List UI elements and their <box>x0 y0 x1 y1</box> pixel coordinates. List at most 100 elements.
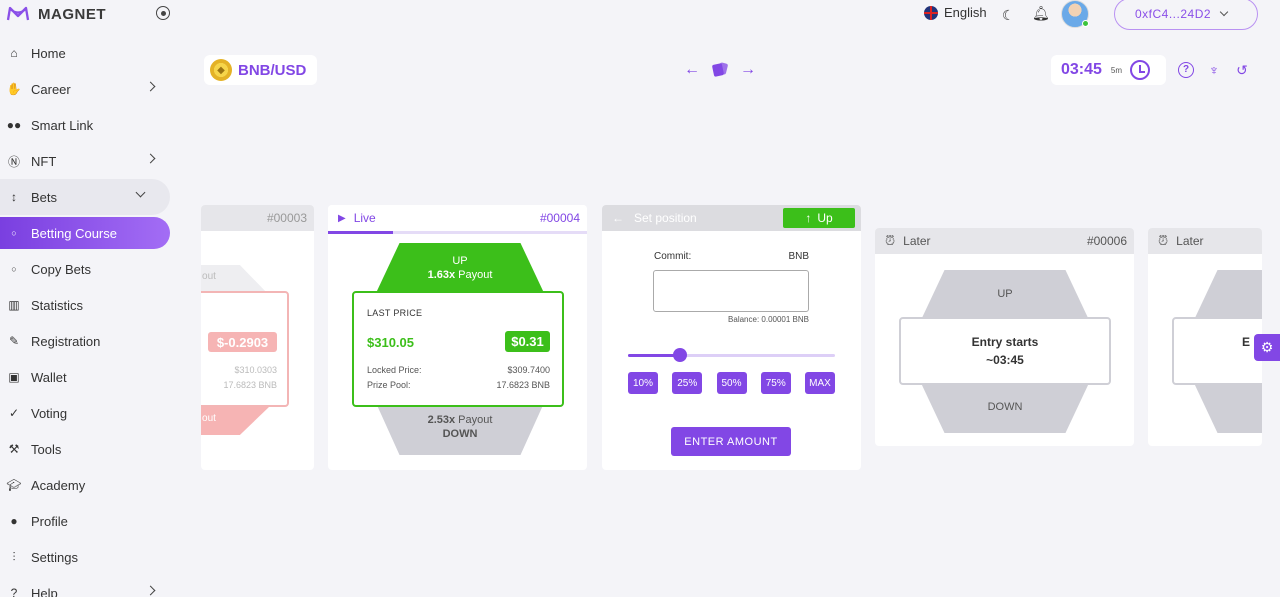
sidebar-item-label: Bets <box>31 189 58 205</box>
prize-pool-value: 17.6823 BNB <box>496 380 550 390</box>
check-icon: ✓ <box>8 406 20 420</box>
arrow-left-icon[interactable]: ← <box>684 61 700 79</box>
sidebar-item-label: Statistics <box>31 297 84 313</box>
trophy-icon[interactable]: ♆ <box>1206 62 1222 78</box>
percent-75-button[interactable]: 75% <box>760 372 791 394</box>
sliders-icon: ⫶ <box>12 549 16 564</box>
balance-text: Balance: 0.00001 BNB <box>728 315 809 324</box>
uk-flag-icon <box>924 5 938 20</box>
sidebar-item-copy-bets[interactable]: ○ Copy Bets <box>0 251 180 287</box>
user-icon: ● <box>10 514 18 528</box>
later-round-card: ⏰︎ Later #00006 UP DOWN Entry starts ~03:… <box>875 228 1134 446</box>
percent-50-button[interactable]: 50% <box>716 372 747 394</box>
chevron-right-icon <box>145 81 156 92</box>
sidebar-item-profile[interactable]: ● Profile <box>0 503 180 539</box>
user-edit-icon: ✎ <box>8 334 20 348</box>
currency-label: BNB <box>788 251 809 262</box>
amount-slider[interactable] <box>628 348 835 362</box>
payout-label: out <box>202 271 216 282</box>
entry-starts-label: E <box>1242 335 1251 349</box>
payout-word: Payout <box>458 268 493 281</box>
down-multiplier: 2.53x <box>427 414 456 426</box>
sidebar-item-bets[interactable]: ↕ Bets <box>0 179 170 215</box>
card-header: ▶ Live #00004 <box>328 205 587 231</box>
home-icon: ⌂ <box>10 46 18 60</box>
question-icon[interactable]: ? <box>1178 62 1194 78</box>
price-change-badge: $-0.2903 <box>208 332 277 352</box>
moon-icon[interactable]: ☾ <box>1002 7 1015 24</box>
history-icon[interactable]: ↺ <box>1234 62 1250 78</box>
sidebar-item-statistics[interactable]: ▥ Statistics <box>0 287 180 323</box>
amount-input[interactable] <box>653 270 809 312</box>
percent-max-button[interactable]: MAX <box>805 372 835 394</box>
up-multiplier: 1.63x <box>427 268 456 281</box>
sidebar-item-academy[interactable]: 🎓︎ Academy <box>0 467 180 503</box>
percent-25-button[interactable]: 25% <box>672 372 703 394</box>
round-progress-fill <box>328 231 393 234</box>
magnet-logo-icon <box>6 6 30 21</box>
entry-starts-label: Entry starts <box>971 335 1039 349</box>
sidebar-item-registration[interactable]: ✎ Registration <box>0 323 180 359</box>
help-icon: ? <box>10 586 18 597</box>
payout-label: out <box>202 413 216 424</box>
chevron-down-icon <box>1219 7 1229 17</box>
entry-time: ~03:45 <box>986 353 1024 367</box>
round-number: #00004 <box>539 211 580 225</box>
circle-bullet-icon: ○ <box>11 264 17 274</box>
back-to-card[interactable]: ← Set position <box>612 211 697 225</box>
nft-icon: Ⓝ <box>7 154 20 169</box>
bell-icon[interactable]: 🔔︎ <box>1032 5 1050 22</box>
sidebar-item-wallet[interactable]: ▣ Wallet <box>0 359 180 395</box>
enter-amount-button[interactable]: ENTER AMOUNT <box>671 427 791 456</box>
commit-label: Commit: <box>654 251 692 262</box>
down-payout: 2.53x Payout <box>376 414 544 428</box>
avatar[interactable] <box>1061 0 1089 28</box>
round-number: #00006 <box>1086 234 1127 248</box>
round-progress-bar <box>328 231 587 234</box>
settings-gear-icon[interactable]: ⚙ <box>1254 334 1280 361</box>
graduation-cap-icon: 🎓︎ <box>6 478 22 492</box>
timer-value: 03:45 <box>1061 61 1102 78</box>
wallet-icon: ▣ <box>8 370 20 384</box>
up-payout: 1.63x Payout <box>376 269 544 283</box>
up-label: UP <box>452 255 468 267</box>
locked-price-value: $309.7400 <box>507 365 550 375</box>
sidebar-item-smart-link[interactable]: ●● Smart Link <box>0 107 180 143</box>
up-down-arrow-icon: ↕ <box>11 190 17 204</box>
percent-10-button[interactable]: 10% <box>628 372 658 394</box>
sidebar-nav: ⌂ Home ✋ Career ●● Smart Link Ⓝ NFT ↕ Bets ○ B… <box>0 35 180 597</box>
pair-selector[interactable]: ◆ BNB/USD <box>204 55 317 85</box>
sidebar-item-settings[interactable]: ⫶ Settings <box>0 539 180 575</box>
wallet-address-button[interactable]: 0xfC4...24D2 <box>1114 0 1258 30</box>
language-selector[interactable]: English <box>924 5 987 20</box>
brand-logo[interactable]: MAGNET <box>6 4 106 24</box>
play-icon: ▶ <box>338 212 346 224</box>
arrow-right-icon[interactable]: → <box>740 61 756 79</box>
payout-word: Payout <box>458 414 493 426</box>
round-timer: 03:45 5m <box>1051 55 1166 85</box>
sidebar-item-home[interactable]: ⌂ Home <box>0 35 180 71</box>
arrow-left-icon: ← <box>612 211 624 225</box>
up-label: UP <box>997 288 1013 300</box>
pin-sidebar-icon[interactable] <box>156 6 170 20</box>
bar-chart-icon: ▥ <box>8 298 20 312</box>
sidebar-item-betting-course[interactable]: ○ Betting Course <box>0 217 170 249</box>
card-header: #00003 <box>201 205 314 231</box>
direction-up-button[interactable]: ↑ Up <box>783 208 855 228</box>
bnb-coin-icon: ◆ <box>210 59 232 81</box>
sidebar-item-career[interactable]: ✋ Career <box>0 71 180 107</box>
arrow-up-icon: ↑ <box>805 211 812 225</box>
sidebar-item-help[interactable]: ? Help <box>0 575 180 597</box>
cards-icon[interactable] <box>712 63 728 77</box>
down-payout-hex <box>1194 383 1262 433</box>
sidebar-item-tools[interactable]: ⚒ Tools <box>0 431 180 467</box>
sidebar-item-nft[interactable]: Ⓝ NFT <box>0 143 180 179</box>
locked-price-label: Locked Price: <box>367 365 422 375</box>
alarm-clock-icon: ⏰︎ <box>1158 233 1169 248</box>
direction-label: Up <box>817 211 833 225</box>
sidebar-item-voting[interactable]: ✓ Voting <box>0 395 180 431</box>
circle-bullet-icon: ○ <box>11 228 17 238</box>
slider-handle[interactable] <box>672 348 687 362</box>
up-payout-hex <box>1194 270 1262 320</box>
sidebar-item-label: Help <box>31 585 58 597</box>
